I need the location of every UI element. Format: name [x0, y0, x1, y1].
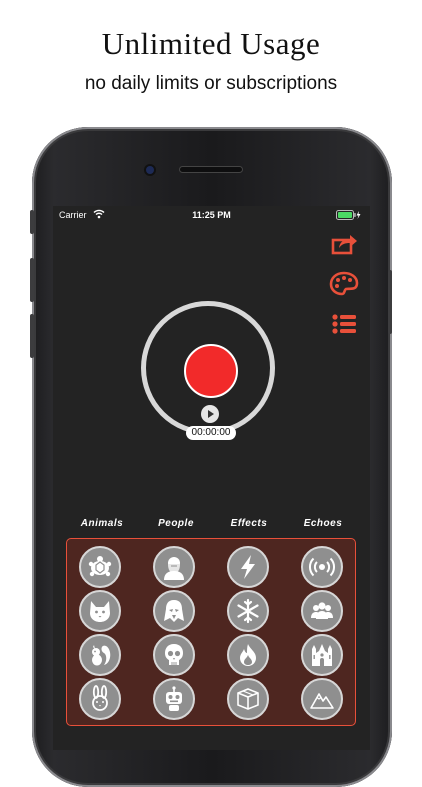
volume-down-button: [30, 314, 34, 358]
sound-old-man-button[interactable]: [153, 546, 195, 588]
status-bar: Carrier 11:25 PM: [53, 206, 370, 226]
recordings-list-button[interactable]: [328, 308, 360, 340]
sound-cat-button[interactable]: [79, 590, 121, 632]
lightning-icon: [241, 555, 255, 579]
sound-cathedral-button[interactable]: [301, 634, 343, 676]
sound-squirrel-button[interactable]: [79, 634, 121, 676]
tab-echoes[interactable]: Echoes: [288, 518, 358, 529]
subheadline: no daily limits or subscriptions: [84, 73, 338, 94]
group-icon: [311, 602, 333, 619]
darth-vader-icon: [164, 600, 184, 622]
sound-group-button[interactable]: [301, 590, 343, 632]
share-button[interactable]: [328, 228, 360, 260]
squirrel-icon: [92, 645, 111, 666]
cathedral-icon: [312, 644, 332, 666]
sound-snowflake-button[interactable]: [227, 590, 269, 632]
volume-up-button: [30, 258, 34, 302]
sound-mountain-button[interactable]: [301, 678, 343, 720]
theme-button[interactable]: [328, 268, 360, 300]
sound-turtle-button[interactable]: [79, 546, 121, 588]
power-button: [388, 270, 392, 334]
mute-switch: [30, 210, 34, 234]
tab-people[interactable]: People: [141, 518, 211, 529]
snowflake-icon: [237, 598, 259, 624]
category-bar: Animals People Effects Echoes: [53, 518, 370, 534]
turtle-icon: [88, 556, 112, 577]
earpiece-speaker: [180, 167, 242, 172]
sound-broadcast-button[interactable]: [301, 546, 343, 588]
cat-icon: [90, 601, 110, 622]
box-icon: [237, 688, 259, 710]
sound-robot-button[interactable]: [153, 678, 195, 720]
record-button[interactable]: [184, 344, 238, 398]
fire-icon: [240, 644, 256, 666]
old-man-icon: [164, 557, 184, 580]
rabbit-icon: [92, 685, 108, 711]
sound-lightning-button[interactable]: [227, 546, 269, 588]
headline: Unlimited Usage: [101, 26, 321, 61]
status-time: 11:25 PM: [192, 210, 231, 220]
recording-timer: 00:00:00: [186, 426, 236, 440]
tab-animals[interactable]: Animals: [67, 518, 137, 529]
front-camera: [146, 166, 154, 174]
list-icon: [332, 314, 356, 334]
sound-rabbit-button[interactable]: [79, 678, 121, 720]
share-icon: [331, 235, 357, 255]
sound-box-button[interactable]: [227, 678, 269, 720]
robot-icon: [166, 686, 182, 711]
tab-effects[interactable]: Effects: [214, 518, 284, 529]
palette-icon: [329, 271, 359, 296]
mountain-icon: [310, 693, 334, 709]
sound-grid: [66, 538, 356, 726]
sound-skull-button[interactable]: [153, 634, 195, 676]
battery-charging-icon: [336, 210, 361, 220]
broadcast-icon: [309, 557, 335, 577]
sound-fire-button[interactable]: [227, 634, 269, 676]
skull-icon: [165, 644, 183, 665]
sound-darth-vader-button[interactable]: [153, 590, 195, 632]
play-button[interactable]: [201, 405, 219, 423]
app-screen: Carrier 11:25 PM 00:00:00 Animals People…: [53, 206, 370, 750]
